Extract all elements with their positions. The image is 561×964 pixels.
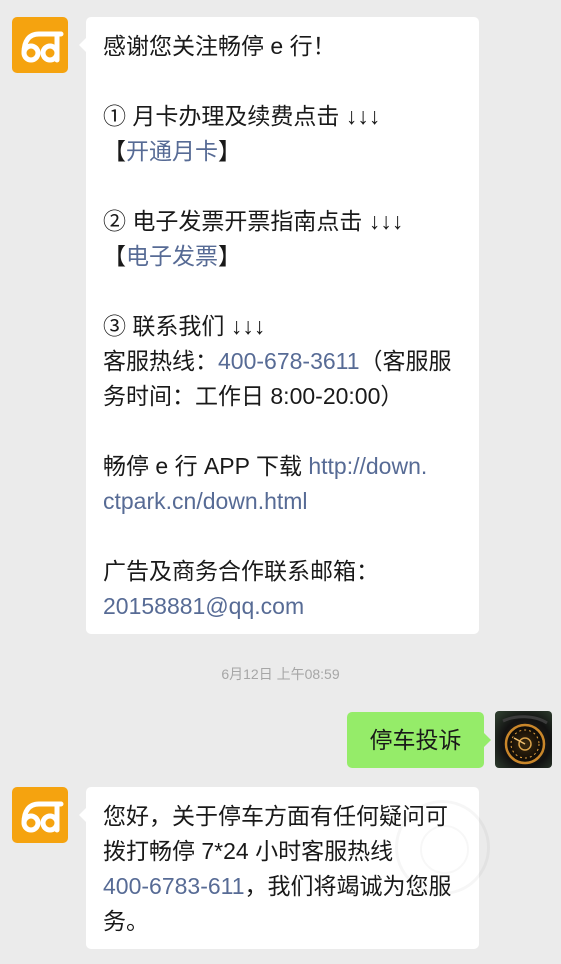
message-line: 20158881@qq.com: [103, 589, 462, 624]
message-link[interactable]: 电子发票: [126, 243, 218, 269]
message-text: 广告及商务合作联系邮箱：: [103, 558, 379, 584]
message-text: 畅停 e 行 APP 下载: [103, 453, 309, 479]
message-link[interactable]: ctpark.cn/down.html: [103, 488, 308, 514]
message-row: 停车投诉: [0, 711, 561, 768]
message-line: 务时间：工作日 8:00-20:00）: [103, 379, 462, 414]
message-line: [103, 519, 462, 554]
message-text: ，我们将竭诚为您服: [244, 873, 452, 899]
message-line: 【电子发票】: [103, 239, 462, 274]
message-line: ② 电子发票开票指南点击 ↓↓↓: [103, 204, 462, 239]
message-line: 畅停 e 行 APP 下载 http://down.: [103, 449, 462, 484]
message-line: 【开通月卡】: [103, 134, 462, 169]
message-line: 停车投诉: [347, 722, 484, 758]
message-text: 拨打畅停 7*24 小时客服热线: [103, 838, 394, 864]
message-line: [103, 274, 462, 309]
message-link[interactable]: http://down.: [308, 453, 427, 479]
message-link[interactable]: 开通月卡: [126, 138, 218, 164]
message-line: 拨打畅停 7*24 小时客服热线: [103, 834, 462, 869]
official-account-avatar[interactable]: [12, 17, 68, 73]
message-line: 广告及商务合作联系邮箱：: [103, 554, 462, 589]
message-text: 停车投诉: [369, 727, 462, 753]
message-line: 客服热线：400-678-3611（客服服: [103, 344, 462, 379]
message-line: [103, 414, 462, 449]
message-line: ③ 联系我们 ↓↓↓: [103, 309, 462, 344]
message-text: （客服服: [359, 348, 452, 374]
message-text: 您好，关于停车方面有任何疑问可: [103, 803, 448, 829]
message-link[interactable]: 400-678-3611: [218, 348, 360, 374]
message-link[interactable]: 20158881@qq.com: [103, 593, 304, 619]
message-line: 您好，关于停车方面有任何疑问可: [103, 799, 462, 834]
changting-logo-icon: [21, 801, 64, 833]
message-text: 客服热线：: [103, 348, 218, 374]
message-line: 感谢您关注畅停 e 行！: [103, 29, 462, 64]
message-line: 务。: [103, 904, 462, 939]
timestamp: 6月12日 上午08:59: [221, 666, 340, 682]
message-line: [103, 169, 462, 204]
message-line: [103, 64, 462, 99]
chat-area[interactable]: 感谢您关注畅停 e 行！ ① 月卡办理及续费点击 ↓↓↓ 【开通月卡】 ② 电子发票开…: [0, 0, 561, 964]
message-text: ③ 联系我们 ↓↓↓: [103, 313, 266, 339]
dashboard-photo-avatar-icon: [495, 711, 552, 768]
message-link[interactable]: 400-6783-611: [103, 873, 245, 899]
message-line: ctpark.cn/down.html: [103, 484, 462, 519]
message-text: ① 月卡办理及续费点击 ↓↓↓: [103, 103, 381, 129]
message-line: ① 月卡办理及续费点击 ↓↓↓: [103, 99, 462, 134]
message-bubble[interactable]: 您好，关于停车方面有任何疑问可 拨打畅停 7*24 小时客服热线 400-6783-…: [79, 787, 479, 949]
sent-message-bubble[interactable]: 停车投诉: [347, 712, 491, 768]
message-text: 】: [218, 138, 241, 164]
message-text: ② 电子发票开票指南点击 ↓↓↓: [103, 208, 404, 234]
message-text: 【: [103, 138, 126, 164]
message-text: 【: [103, 243, 126, 269]
message-line: 400-6783-611，我们将竭诚为您服: [103, 869, 462, 904]
user-avatar[interactable]: [495, 711, 552, 768]
official-account-avatar[interactable]: [12, 787, 68, 843]
changting-logo-icon: [21, 31, 64, 63]
message-text: 务。: [103, 908, 149, 934]
message-text: 】: [218, 243, 241, 269]
message-bubble[interactable]: 感谢您关注畅停 e 行！ ① 月卡办理及续费点击 ↓↓↓ 【开通月卡】 ② 电子发票开…: [79, 17, 479, 634]
message-text: 务时间：工作日 8:00-20:00）: [103, 383, 404, 409]
message-text: 感谢您关注畅停 e 行！: [103, 33, 336, 59]
